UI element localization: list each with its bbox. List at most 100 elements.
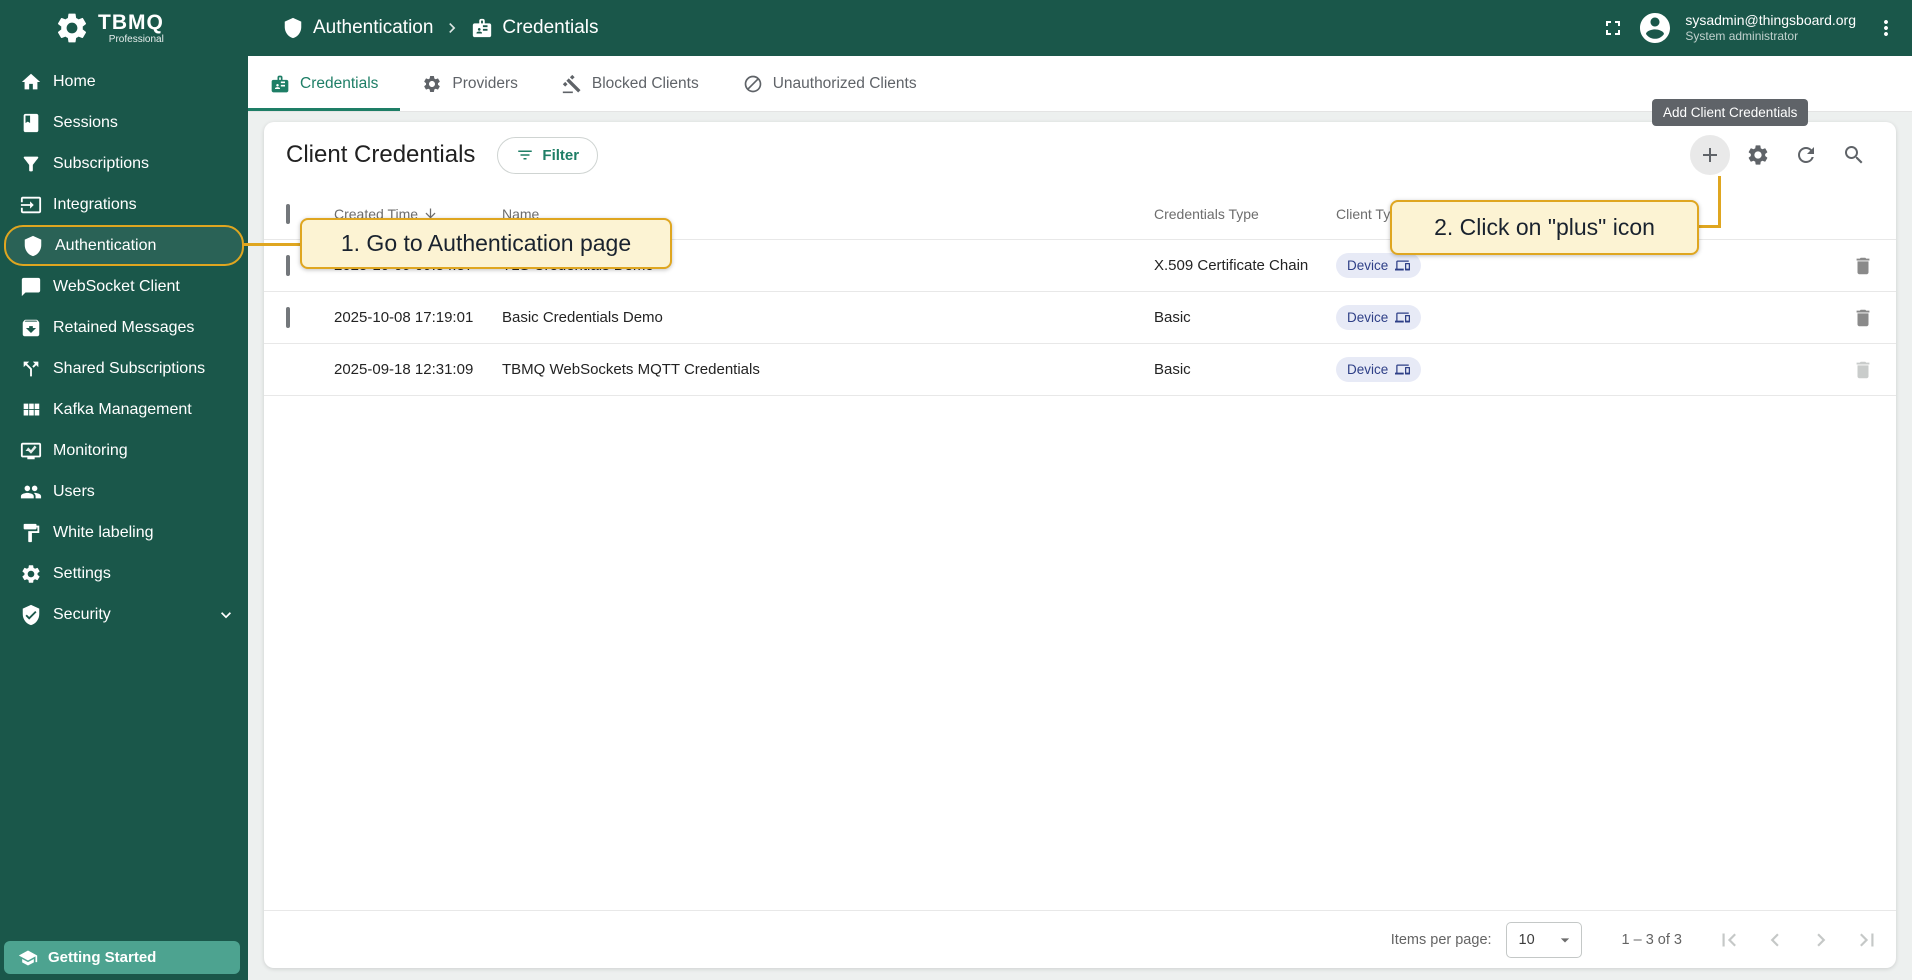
annotation-step1: 1. Go to Authentication page (300, 218, 672, 269)
tab-label: Providers (452, 75, 517, 93)
breadcrumb-label: Authentication (313, 17, 433, 39)
callout1-connector-line (244, 243, 300, 246)
main-content: Credentials Providers Blocked Clients Un… (248, 56, 1912, 980)
sidebar-item-security[interactable]: Security (0, 594, 248, 635)
cell-credentials-type: Basic (1154, 361, 1336, 378)
callout2-connector-vertical (1718, 176, 1721, 228)
kafka-management-icon (20, 399, 42, 421)
white-labeling-icon (20, 522, 42, 544)
cell-credentials-type: X.509 Certificate Chain (1154, 257, 1336, 274)
dropdown-caret-icon (1555, 930, 1575, 950)
next-page-button[interactable] (1808, 927, 1834, 953)
monitoring-icon (20, 440, 42, 462)
sidebar-item-label: Shared Subscriptions (53, 360, 205, 378)
breadcrumb: Authentication Credentials (282, 17, 599, 39)
tab-blocked-clients[interactable]: Blocked Clients (540, 56, 721, 111)
breadcrumb-item-credentials[interactable]: Credentials (471, 17, 598, 39)
sidebar-item-integrations[interactable]: Integrations (0, 184, 248, 225)
search-button[interactable] (1834, 135, 1874, 175)
avatar[interactable] (1637, 10, 1673, 46)
tbmq-logo-icon (54, 10, 90, 46)
sidebar-item-authentication[interactable]: Authentication (4, 225, 244, 266)
delete-row-button[interactable] (1838, 255, 1874, 277)
gear-icon (1746, 143, 1770, 167)
client-type-badge: Device (1336, 253, 1421, 278)
sidebar-item-label: Sessions (53, 114, 118, 132)
table-row[interactable]: 2025-10-08 17:19:01 Basic Credentials De… (264, 292, 1896, 344)
trash-icon (1852, 359, 1874, 381)
last-page-button[interactable] (1854, 927, 1880, 953)
cell-name: Basic Credentials Demo (502, 309, 1154, 326)
device-icon (1395, 310, 1410, 325)
delete-row-button[interactable] (1838, 307, 1874, 329)
column-credentials-type[interactable]: Credentials Type (1154, 206, 1336, 222)
refresh-icon (1794, 143, 1818, 167)
tab-credentials[interactable]: Credentials (248, 56, 400, 111)
authentication-icon (22, 235, 44, 257)
brand-name: TBMQ (98, 12, 164, 33)
credentials-icon (471, 17, 493, 39)
trash-icon (1852, 255, 1874, 277)
sidebar-item-label: Kafka Management (53, 401, 192, 419)
sidebar-item-label: Users (53, 483, 95, 501)
refresh-button[interactable] (1786, 135, 1826, 175)
device-icon (1395, 258, 1410, 273)
sidebar-item-websocket-client[interactable]: WebSocket Client (0, 266, 248, 307)
device-icon (1395, 362, 1410, 377)
sidebar-item-monitoring[interactable]: Monitoring (0, 430, 248, 471)
sidebar-item-shared-subscriptions[interactable]: Shared Subscriptions (0, 348, 248, 389)
annotation-step2: 2. Click on "plus" icon (1390, 200, 1699, 255)
search-icon (1842, 143, 1866, 167)
tab-label: Unauthorized Clients (773, 75, 917, 93)
chevron-right-icon (442, 18, 462, 38)
page-title: Client Credentials (286, 141, 475, 169)
sidebar-item-kafka-management[interactable]: Kafka Management (0, 389, 248, 430)
brand-logo[interactable]: TBMQ Professional (0, 10, 248, 46)
tab-providers[interactable]: Providers (400, 56, 539, 111)
callout2-connector-horizontal (1699, 225, 1721, 228)
home-icon (20, 71, 42, 93)
fullscreen-icon[interactable] (1601, 16, 1625, 40)
sidebar-item-retained-messages[interactable]: Retained Messages (0, 307, 248, 348)
websocket-client-icon (20, 276, 42, 298)
pagination-range: 1 – 3 of 3 (1622, 932, 1682, 948)
table-settings-button[interactable] (1738, 135, 1778, 175)
sidebar-item-home[interactable]: Home (0, 61, 248, 102)
sidebar-item-label: WebSocket Client (53, 278, 180, 296)
row-checkbox[interactable] (286, 307, 290, 328)
select-all-checkbox[interactable] (286, 204, 290, 224)
school-icon (18, 948, 38, 968)
filter-button[interactable]: Filter (497, 137, 598, 174)
sidebar-item-sessions[interactable]: Sessions (0, 102, 248, 143)
sidebar-item-white-labeling[interactable]: White labeling (0, 512, 248, 553)
getting-started-button[interactable]: Getting Started (4, 941, 240, 974)
sidebar-item-label: Subscriptions (53, 155, 149, 173)
client-type-badge: Device (1336, 357, 1421, 382)
table-row[interactable]: 2025-09-18 12:31:09 TBMQ WebSockets MQTT… (264, 344, 1896, 396)
user-role: System administrator (1685, 29, 1856, 44)
plus-icon (1698, 143, 1722, 167)
tab-unauthorized-clients[interactable]: Unauthorized Clients (721, 56, 939, 111)
top-header: TBMQ Professional Authentication Credent… (0, 0, 1912, 56)
cell-created-time: 2025-10-08 17:19:01 (334, 309, 502, 326)
breadcrumb-label: Credentials (502, 17, 598, 39)
more-menu-button[interactable] (1874, 16, 1898, 40)
sidebar-item-subscriptions[interactable]: Subscriptions (0, 143, 248, 184)
delete-row-button-disabled (1838, 359, 1874, 381)
sidebar: Home Sessions Subscriptions Integrations… (0, 56, 248, 980)
sessions-icon (20, 112, 42, 134)
first-page-button[interactable] (1716, 927, 1742, 953)
sidebar-item-settings[interactable]: Settings (0, 553, 248, 594)
user-email: sysadmin@thingsboard.org (1685, 12, 1856, 30)
row-checkbox[interactable] (286, 255, 290, 276)
sidebar-item-label: Retained Messages (53, 319, 194, 337)
sidebar-item-users[interactable]: Users (0, 471, 248, 512)
items-per-page-select[interactable]: 10 (1506, 922, 1582, 958)
users-icon (20, 481, 42, 503)
breadcrumb-item-authentication[interactable]: Authentication (282, 17, 433, 39)
cell-created-time: 2025-09-18 12:31:09 (334, 361, 502, 378)
add-client-credentials-button[interactable] (1690, 135, 1730, 175)
previous-page-button[interactable] (1762, 927, 1788, 953)
getting-started-label: Getting Started (48, 949, 156, 966)
more-vert-icon (1874, 16, 1898, 40)
